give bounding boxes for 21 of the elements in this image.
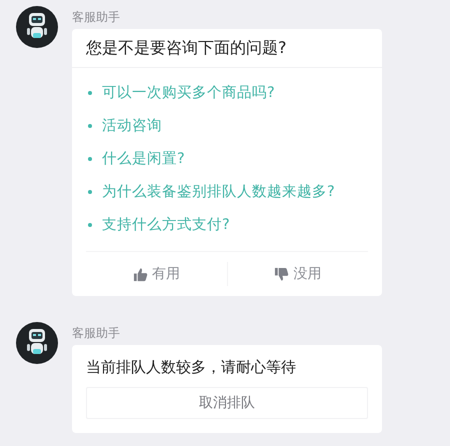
- robot-avatar-icon: [16, 322, 58, 364]
- message-text: 当前排队人数较多，请耐心等待: [86, 357, 297, 377]
- thumbs-down-icon: [274, 266, 290, 282]
- bullet-dot: [88, 222, 92, 226]
- bullet-dot: [88, 190, 92, 194]
- sender-name: 客服助手: [72, 325, 121, 341]
- thumbs-up-icon: [132, 266, 148, 282]
- robot-avatar-icon: [16, 6, 58, 48]
- question-link[interactable]: 为什么装备鉴别排队人数越来越多?: [102, 182, 335, 201]
- cancel-queue-button[interactable]: 取消排队: [86, 387, 368, 419]
- question-link[interactable]: 支持什么方式支付?: [102, 215, 230, 234]
- question-link[interactable]: 活动咨询: [102, 116, 162, 135]
- sender-name: 客服助手: [72, 9, 121, 25]
- question-link[interactable]: 可以一次购买多个商品吗?: [102, 83, 275, 102]
- question-heading: 您是不是要咨询下面的问题?: [72, 29, 382, 68]
- helpful-button[interactable]: 有用: [86, 262, 226, 286]
- bullet-dot: [88, 124, 92, 128]
- bullet-dot: [88, 90, 92, 94]
- bullet-dot: [88, 156, 92, 160]
- question-link[interactable]: 什么是闲置?: [102, 149, 185, 168]
- unhelpful-button[interactable]: 没用: [226, 262, 368, 286]
